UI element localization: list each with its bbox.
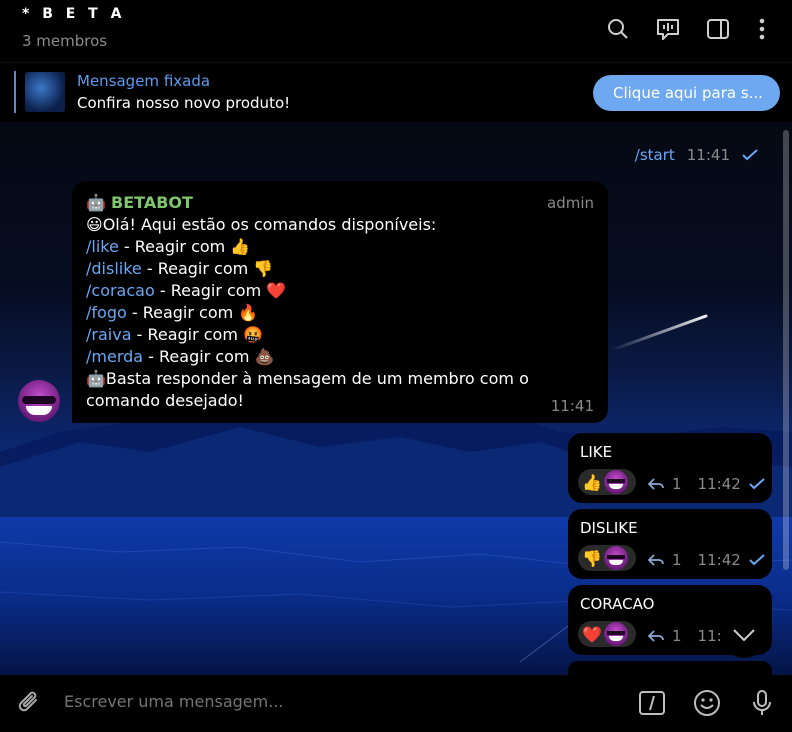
- message-text: DISLIKE: [580, 519, 638, 537]
- reaction-emoji-icon: ❤️: [582, 624, 602, 644]
- reaction-emoji-icon: 👎: [582, 548, 602, 568]
- command-row: /raiva - Reagir com 🤬: [86, 324, 594, 346]
- reaction-pill[interactable]: 👎: [578, 545, 636, 571]
- command-link[interactable]: /like: [86, 237, 119, 256]
- command-row: /like - Reagir com 👍: [86, 236, 594, 258]
- reply-icon[interactable]: [648, 554, 664, 566]
- reaction-emoji-icon: 👎: [253, 259, 274, 278]
- bot-sender-line: 🤖 BETABOT: [86, 192, 594, 214]
- command-description: - Reagir com: [131, 325, 244, 344]
- command-row: /coracao - Reagir com ❤️: [86, 280, 594, 302]
- sent-check-icon: [749, 554, 765, 566]
- pinned-thumbnail: [25, 72, 65, 112]
- reply-count: 1: [672, 627, 682, 645]
- bot-outro-text: Basta responder à mensagem de um membro …: [86, 369, 529, 410]
- command-link[interactable]: /dislike: [86, 259, 142, 278]
- sidebar-toggle-icon[interactable]: [703, 14, 733, 44]
- reply-icon[interactable]: [648, 630, 664, 642]
- robot-icon: 🤖: [86, 369, 106, 388]
- command-list: /like - Reagir com 👍/dislike - Reagir co…: [86, 236, 594, 368]
- scroll-down-button[interactable]: [721, 612, 767, 658]
- smiley-icon: 😃: [86, 215, 103, 234]
- command-description: - Reagir com: [141, 259, 254, 278]
- command-description: - Reagir com: [126, 303, 239, 322]
- command-row: /fogo - Reagir com 🔥: [86, 302, 594, 324]
- reaction-pill[interactable]: ❤️: [578, 621, 636, 647]
- reaction-emoji-icon: 🔥: [238, 303, 259, 322]
- reaction-emoji-icon: ❤️: [266, 281, 287, 300]
- command-link[interactable]: /coracao: [86, 281, 155, 300]
- bot-sender-name[interactable]: BETABOT: [111, 193, 193, 212]
- command-description: - Reagir com: [118, 237, 231, 256]
- more-vertical-icon[interactable]: [747, 14, 777, 44]
- start-command-text[interactable]: /start: [635, 146, 675, 164]
- sent-check-icon: [742, 149, 758, 161]
- command-link[interactable]: /merda: [86, 347, 143, 366]
- reaction-emoji-icon: 👍: [582, 472, 602, 492]
- command-link[interactable]: /fogo: [86, 303, 127, 322]
- search-icon[interactable]: [603, 14, 633, 44]
- pinned-message[interactable]: Mensagem fixada Confira nosso novo produ…: [0, 62, 792, 122]
- avatar-smile: [26, 406, 52, 415]
- command-row: /merda - Reagir com 💩: [86, 346, 594, 368]
- command-link[interactable]: /raiva: [86, 325, 132, 344]
- scrollbar-thumb[interactable]: [783, 130, 789, 570]
- reaction-message[interactable]: DISLIKE 👎 1 11:42: [568, 509, 772, 579]
- reply-count: 1: [672, 551, 682, 569]
- message-composer: [0, 675, 792, 732]
- outgoing-start-message[interactable]: /start 11:41: [635, 146, 758, 164]
- pinned-text: Confira nosso novo produto!: [77, 94, 291, 112]
- reply-icon[interactable]: [648, 478, 664, 490]
- robot-icon: 🤖: [86, 193, 106, 212]
- reactor-avatar: [603, 622, 628, 646]
- chevron-down-icon: [733, 629, 755, 641]
- microphone-icon[interactable]: [747, 688, 777, 718]
- command-row: /dislike - Reagir com 👎: [86, 258, 594, 280]
- attach-icon[interactable]: [15, 688, 45, 718]
- pin-indicator: [14, 71, 16, 113]
- message-text: CORACAO: [580, 595, 655, 613]
- reply-count: 1: [672, 475, 682, 493]
- sent-check-icon: [749, 478, 765, 490]
- message-text: LIKE: [580, 443, 613, 461]
- reaction-emoji-icon: 🤬: [243, 325, 263, 344]
- reaction-pill[interactable]: 👍: [578, 469, 636, 495]
- member-count: 3 membros: [22, 32, 108, 50]
- bot-intro-text: Olá! Aqui estão os comandos disponíveis:: [102, 215, 437, 234]
- chat-title[interactable]: * B E T A: [22, 6, 125, 22]
- sender-role-badge: admin: [547, 194, 594, 212]
- chat-header: * B E T A 3 membros: [0, 0, 792, 62]
- reactor-avatar: [603, 546, 628, 570]
- message-time: 11:41: [550, 397, 594, 415]
- reaction-emoji-icon: 👍: [230, 237, 251, 256]
- bot-avatar[interactable]: [18, 380, 60, 422]
- message-time: 11:42: [697, 475, 741, 493]
- reaction-emoji-icon: 💩: [254, 347, 275, 366]
- reaction-message[interactable]: LIKE 👍 1 11:42: [568, 433, 772, 503]
- bot-intro-line: 😃Olá! Aqui estão os comandos disponíveis…: [86, 214, 594, 236]
- voice-chat-icon[interactable]: [653, 14, 683, 44]
- commands-icon[interactable]: [637, 688, 667, 718]
- reaction-message-partial[interactable]: [568, 661, 772, 675]
- reactor-avatar: [603, 470, 628, 494]
- pinned-action-button[interactable]: Clique aqui para s...: [593, 75, 780, 111]
- message-input[interactable]: [64, 692, 604, 711]
- command-description: - Reagir com: [143, 347, 255, 366]
- message-meta: 1 11:42: [648, 551, 765, 569]
- bot-outro-line: 🤖Basta responder à mensagem de um membro…: [86, 368, 594, 412]
- message-meta: 1 11:42: [648, 475, 765, 493]
- emoji-icon[interactable]: [692, 688, 722, 718]
- message-time: 11:42: [697, 551, 741, 569]
- message-time: 11:41: [686, 146, 730, 164]
- pinned-label: Mensagem fixada: [77, 72, 211, 90]
- scrollbar[interactable]: [778, 122, 792, 675]
- message-list[interactable]: /start 11:41 🤖 BETABOT admin 😃Olá! Aqui …: [0, 122, 792, 675]
- command-description: - Reagir com: [154, 281, 267, 300]
- bot-message[interactable]: 🤖 BETABOT admin 😃Olá! Aqui estão os coma…: [72, 181, 608, 423]
- avatar-mask: [22, 396, 56, 404]
